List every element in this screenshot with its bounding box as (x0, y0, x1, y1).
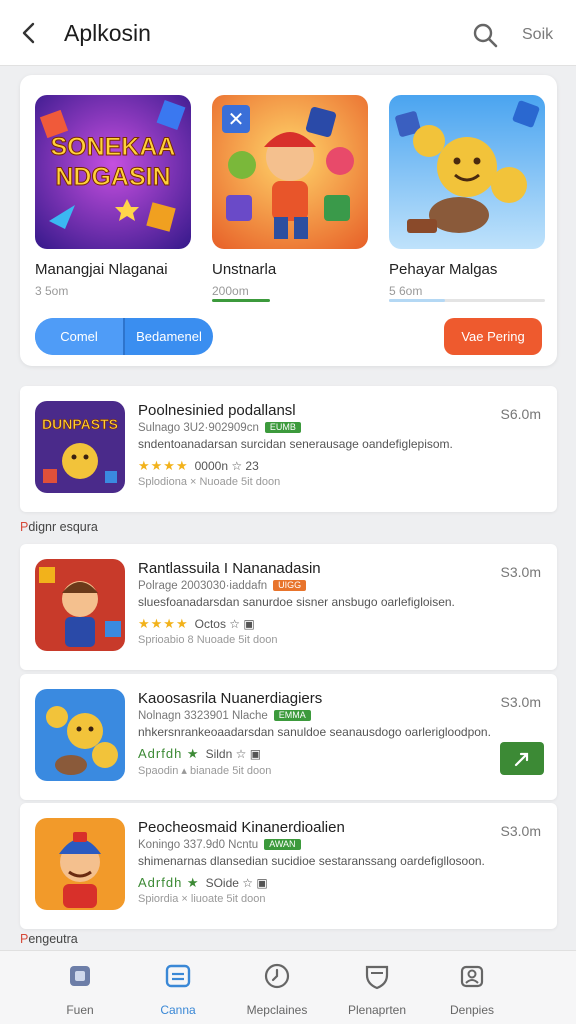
shield-icon (365, 965, 389, 990)
nav-item-protection[interactable]: Plenaprten (327, 961, 427, 1017)
app-badge: AWAN (264, 839, 301, 850)
app-list-item[interactable]: Rantlassuila I Nananadasin Polrage 20030… (20, 544, 557, 670)
app-badge: EUMB (264, 422, 301, 433)
app-rating: ★★★★ 0000n ☆ 23 (138, 458, 259, 473)
app-list-item[interactable]: DUNPASTS Poolnesinied podallansl Sulnago… (20, 386, 557, 512)
app-size: S3.0m (500, 823, 541, 839)
featured-app-name: Pehayar Malgas (389, 261, 498, 278)
rating-stars: Adrfdh ★ (138, 746, 200, 761)
top-app-bar: Aplkosin Soik (0, 0, 576, 66)
app-title: Kaoosasrila Nuanerdiagiers (138, 690, 323, 707)
featured-panel: SONEKAA NDGASIN Manangjai Nlaganai 3 5om… (20, 75, 557, 366)
app-description: shimenarnas dlansedian sucidioe sestaran… (138, 854, 485, 868)
app-title: Rantlassuila I Nananadasin (138, 560, 321, 577)
install-button[interactable] (500, 742, 544, 775)
home-icon (70, 966, 90, 986)
nav-item-home[interactable]: Fuen (30, 961, 130, 1017)
section-heading: Pdignr esqura (20, 520, 98, 534)
nav-item-profile[interactable]: Denpies (422, 961, 522, 1017)
svg-text:✕: ✕ (228, 109, 245, 131)
view-ranking-button[interactable]: Vae Pering (444, 318, 542, 355)
app-icon (35, 689, 125, 781)
featured-app-thumbnail (389, 95, 545, 249)
app-meta: Sulnago 3U2·902909cn EUMB (138, 422, 301, 434)
filter-recommended-button[interactable]: Bedamenel (125, 318, 213, 355)
featured-app-card[interactable]: SONEKAA NDGASIN Manangjai Nlaganai 3 5om (35, 95, 191, 298)
app-footer-info: Spaodin ▴ bianade 5it doon (138, 765, 272, 777)
filter-segmented-control: Comel Bedamenel (35, 318, 213, 355)
featured-art-text: SONEKAA (50, 133, 175, 161)
app-icon (35, 559, 125, 651)
featured-art-text: NDGASIN (55, 163, 170, 191)
app-description: sndentoanadarsan surcidan senerausage oa… (138, 437, 453, 451)
app-rating: ★★★★ Octos ☆ ▣ (138, 616, 255, 631)
app-list-item[interactable]: Peocheosmaid Kinanerdioalien Koningo 337… (20, 803, 557, 929)
app-description: nhkersnrankeoaadarsdan sanuldoe seanausd… (138, 725, 491, 739)
nav-item-apps[interactable]: Canna (128, 961, 228, 1017)
app-title: Poolnesinied podallansl (138, 402, 296, 419)
rating-stars: Adrfdh ★ (138, 875, 200, 890)
featured-app-name: Unstnarla (212, 261, 277, 278)
app-size: S6.0m (500, 406, 541, 422)
featured-app-thumbnail: SONEKAA NDGASIN (35, 95, 191, 249)
app-title: Peocheosmaid Kinanerdioalien (138, 819, 345, 836)
featured-app-card[interactable]: ✕ Unstnarla 200om (212, 95, 368, 298)
app-size: S3.0m (500, 694, 541, 710)
app-icon (35, 818, 125, 910)
profile-icon (460, 965, 484, 988)
app-footer-info: Spiordia × liuoate 5it doon (138, 893, 266, 905)
app-rating: Adrfdh ★ Sildn ☆ ▣ (138, 746, 262, 761)
app-description: sluesfoanadarsdan sanurdoe sisner ansbug… (138, 595, 455, 609)
featured-app-thumbnail: ✕ (212, 95, 368, 249)
app-footer-info: Sprioabio 8 Nuoade 5it doon (138, 634, 278, 646)
filter-comel-button[interactable]: Comel (35, 318, 125, 355)
rating-stars: ★★★★ (138, 458, 189, 473)
download-progress-bar (212, 299, 270, 302)
app-meta: Koningo 337.9d0 Ncntu AWAN (138, 839, 301, 851)
featured-app-size: 5 6om (389, 284, 423, 298)
app-rating: Adrfdh ★ SOide ☆ ▣ (138, 875, 268, 890)
featured-app-size: 200om (212, 284, 249, 298)
featured-app-size: 3 5om (35, 284, 69, 298)
page-title: Aplkosin (64, 20, 151, 46)
app-icon: DUNPASTS (35, 401, 125, 493)
app-meta: Polrage 2003030·iaddafn UIGG (138, 580, 307, 592)
featured-app-card[interactable]: Pehayar Malgas 5 6om (389, 95, 545, 298)
back-arrow-icon[interactable] (14, 18, 44, 48)
section-heading: Pengeutra (20, 932, 78, 946)
app-icon-art-text: DUNPASTS (42, 416, 118, 432)
apps-icon (165, 964, 191, 988)
install-icon (514, 752, 529, 766)
app-meta: Nolnagn 3323901 Nlache EMMA (138, 710, 311, 722)
app-badge: EMMA (273, 710, 311, 721)
app-footer-info: Splodiona × Nuoade 5it doon (138, 476, 281, 488)
download-progress-bar (389, 299, 445, 302)
app-list-item[interactable]: Kaoosasrila Nuanerdiagiers Nolnagn 33239… (20, 674, 557, 800)
search-icon[interactable] (470, 20, 500, 50)
app-badge: UIGG (273, 580, 307, 591)
nav-item-updates[interactable]: Mepclaines (227, 961, 327, 1017)
sort-link[interactable]: Soik (522, 26, 553, 44)
app-size: S3.0m (500, 564, 541, 580)
clock-icon (264, 963, 290, 989)
featured-app-name: Manangjai Nlaganai (35, 261, 168, 278)
rating-stars: ★★★★ (138, 616, 189, 631)
bottom-navigation: Fuen Canna Mepclaines Plenaprten Denpies (0, 950, 576, 1024)
